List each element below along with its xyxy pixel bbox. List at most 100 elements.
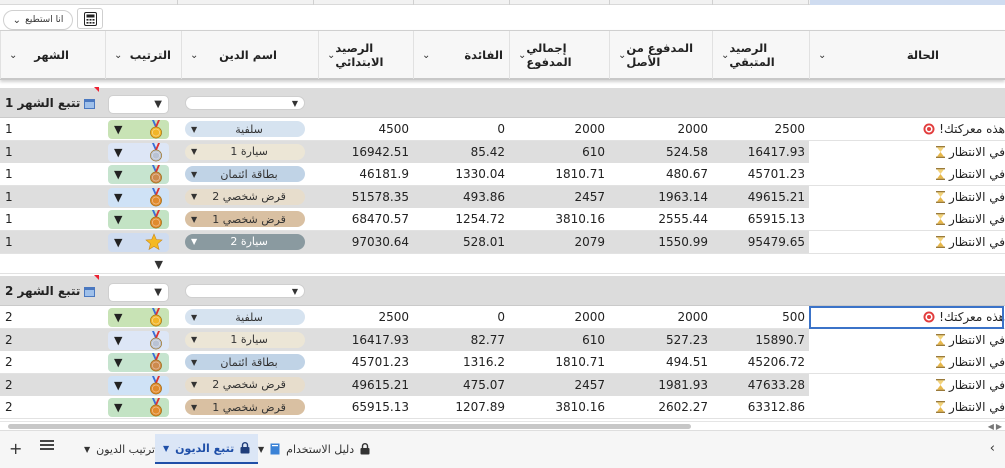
header-remaining-balance[interactable]: ⌄ الرصيد المتبقي [712,31,809,79]
cell-month[interactable]: 2 [0,374,75,396]
cell-status[interactable]: في الانتظار [809,328,1005,351]
header-status[interactable]: ⌄ الحالة [809,31,1005,79]
cell-status[interactable]: في الانتظار [809,163,1005,185]
cell-remaining-balance[interactable]: 63312.86 [712,396,809,418]
debt-name-select[interactable]: ▼ قرض شخصي 1 [185,211,305,227]
cell-principal-paid[interactable]: 524.58 [609,141,712,163]
cell-month[interactable]: 1 [0,141,75,163]
rank-select[interactable]: ▼ [108,142,169,162]
table-row[interactable]: 1 ▼ ▼ قرض شخصي 2 51578.35 493.86 2457 1963.14 49… [0,185,1005,209]
cell-month[interactable]: 2 [0,329,75,351]
cell-total-paid[interactable]: 610 [509,141,609,163]
cell-principal-paid[interactable]: 1550.99 [609,231,712,253]
cell-remaining-balance[interactable]: 65915.13 [712,208,809,230]
cell-remaining-balance[interactable]: 15890.7 [712,329,809,351]
header-rank[interactable]: ⌄ الترتيب [105,31,177,79]
cell-month[interactable]: 1 [0,118,75,140]
cell-principal-paid[interactable]: 2602.27 [609,396,712,418]
cell-interest[interactable]: 82.77 [413,329,509,351]
cell-principal-paid[interactable]: 1981.93 [609,374,712,396]
cell-status[interactable]: في الانتظار [809,351,1005,373]
rank-select[interactable]: ▼ [108,353,169,372]
debt-name-select[interactable]: ▼ بطاقة ائتمان [185,166,305,182]
debt-name-select[interactable]: ▼ سيارة 1 [185,143,305,160]
table-row[interactable]: 1 ▼ ▼ بطاقة ائتمان 46181.9 1330.04 1810.71 480.… [0,163,1005,186]
cell-interest[interactable]: 493.86 [413,186,509,208]
cell-total-paid[interactable]: 1810.71 [509,351,609,373]
cell-principal-paid[interactable]: 494.51 [609,351,712,373]
rank-select[interactable]: ▼ [108,187,169,207]
debt-name-select[interactable]: ▼ بطاقة ائتمان [185,354,305,370]
table-row[interactable]: 2 ▼ ▼ بطاقة ائتمان 45701.23 1316.2 1810.71 494.… [0,351,1005,374]
cant-filter-button[interactable]: ⌄ انا استطيع [3,10,73,30]
rank-select[interactable]: ▼ [108,330,169,350]
cell-month[interactable]: 2 [0,306,75,328]
cell-interest[interactable]: 1316.2 [413,351,509,373]
cell-total-paid[interactable]: 2000 [509,306,609,328]
chevron-down-icon[interactable]: ⌄ [818,50,826,61]
table-row[interactable]: 2 ▼ ▼ قرض شخصي 1 65915.13 1207.89 3810.16 2602.… [0,396,1005,419]
cell-interest[interactable]: 475.07 [413,374,509,396]
cell-interest[interactable]: 0 [413,306,509,328]
table-row[interactable]: 1 ▼ ▼ سلفية 4500 0 2000 2000 2500 هذه معركتك! [0,118,1005,141]
cell-total-paid[interactable]: 3810.16 [509,208,609,230]
rank-select[interactable]: ▼ [108,210,169,229]
header-debt-name[interactable]: ⌄ اسم الدين [181,31,313,79]
calculator-button[interactable] [77,8,103,29]
rank-select[interactable]: ▼ [108,255,169,273]
cell-total-paid[interactable]: 1810.71 [509,163,609,185]
cell-initial-balance[interactable]: 16942.51 [313,141,413,163]
cell-principal-paid[interactable]: 2000 [609,118,712,140]
rank-select[interactable]: ▼ [108,375,169,395]
cell-status[interactable]: في الانتظار [809,230,1005,253]
debt-select[interactable]: ▼ [185,96,305,110]
debt-name-select[interactable]: ▼ سيارة 1 [185,331,305,348]
cell-status[interactable]: هذه معركتك! [809,118,1005,140]
cell-total-paid[interactable]: 610 [509,329,609,351]
cell-total-paid[interactable]: 2457 [509,374,609,396]
hamburger-icon[interactable] [40,440,54,450]
cell-month[interactable]: 2 [0,351,75,373]
cell-initial-balance[interactable]: 97030.64 [313,231,413,253]
cell-status[interactable]: في الانتظار [809,373,1005,396]
add-sheet-button[interactable]: + [9,439,22,458]
chevron-down-icon[interactable]: ⌄ [721,50,729,61]
header-month[interactable]: ⌄ الشهر [0,31,75,79]
table-row[interactable]: 2 ▼ ▼ قرض شخصي 2 49615.21 475.07 2457 1981.93 47… [0,373,1005,397]
horizontal-scrollbar[interactable]: ◀ ▶ [0,421,1005,431]
chevron-down-icon[interactable]: ⌄ [114,50,122,61]
table-row[interactable]: 1 ▼ ▼ سيارة 2 97030.64 528.01 2079 1550.99 95479… [0,230,1005,254]
debt-name-select[interactable]: ▼ قرض شخصي 2 [185,188,305,205]
debt-name-select[interactable]: ▼ سلفية [185,309,305,325]
cell-initial-balance[interactable]: 4500 [313,118,413,140]
cell-month[interactable]: 1 [0,186,75,208]
rank-select[interactable]: ▼ [108,95,169,114]
scrollbar-thumb[interactable] [8,424,691,429]
cell-total-paid[interactable]: 2000 [509,118,609,140]
cell-month[interactable]: 1 [0,231,75,253]
table-row[interactable]: 2 ▼ ▼ سيارة 1 16417.93 82.77 610 527.23 15890.7 ف… [0,328,1005,352]
cell-month[interactable]: 2 [0,396,75,418]
table-row[interactable]: 1 ▼ ▼ قرض شخصي 1 68470.57 1254.72 3810.16 2555.… [0,208,1005,231]
cell-initial-balance[interactable]: 2500 [313,306,413,328]
cell-principal-paid[interactable]: 527.23 [609,329,712,351]
tab-user-guide[interactable]: ▼ دليل الاستخدام [250,434,378,464]
cell-principal-paid[interactable]: 1963.14 [609,186,712,208]
debt-name-select[interactable]: ▼ قرض شخصي 1 [185,399,305,415]
rank-select[interactable]: ▼ [108,308,169,327]
table-row[interactable]: 1 ▼ ▼ سيارة 1 16942.51 85.42 610 524.58 16417.93… [0,140,1005,164]
debt-name-select[interactable]: ▼ قرض شخصي 2 [185,376,305,393]
chevron-down-icon[interactable]: ⌄ [190,50,198,61]
cell-principal-paid[interactable]: 480.67 [609,163,712,185]
cell-month[interactable]: 1 [0,208,75,230]
cell-initial-balance[interactable]: 68470.57 [313,208,413,230]
chevron-down-icon[interactable]: ⌄ [9,50,17,61]
cell-interest[interactable]: 1254.72 [413,208,509,230]
cell-initial-balance[interactable]: 51578.35 [313,186,413,208]
cell-interest[interactable]: 528.01 [413,231,509,253]
cell-principal-paid[interactable]: 2555.44 [609,208,712,230]
header-initial-balance[interactable]: ⌄ الرصيد الابتدائي [318,31,413,79]
cell-initial-balance[interactable]: 16417.93 [313,329,413,351]
cell-total-paid[interactable]: 2079 [509,231,609,253]
rank-select[interactable]: ▼ [108,398,169,417]
